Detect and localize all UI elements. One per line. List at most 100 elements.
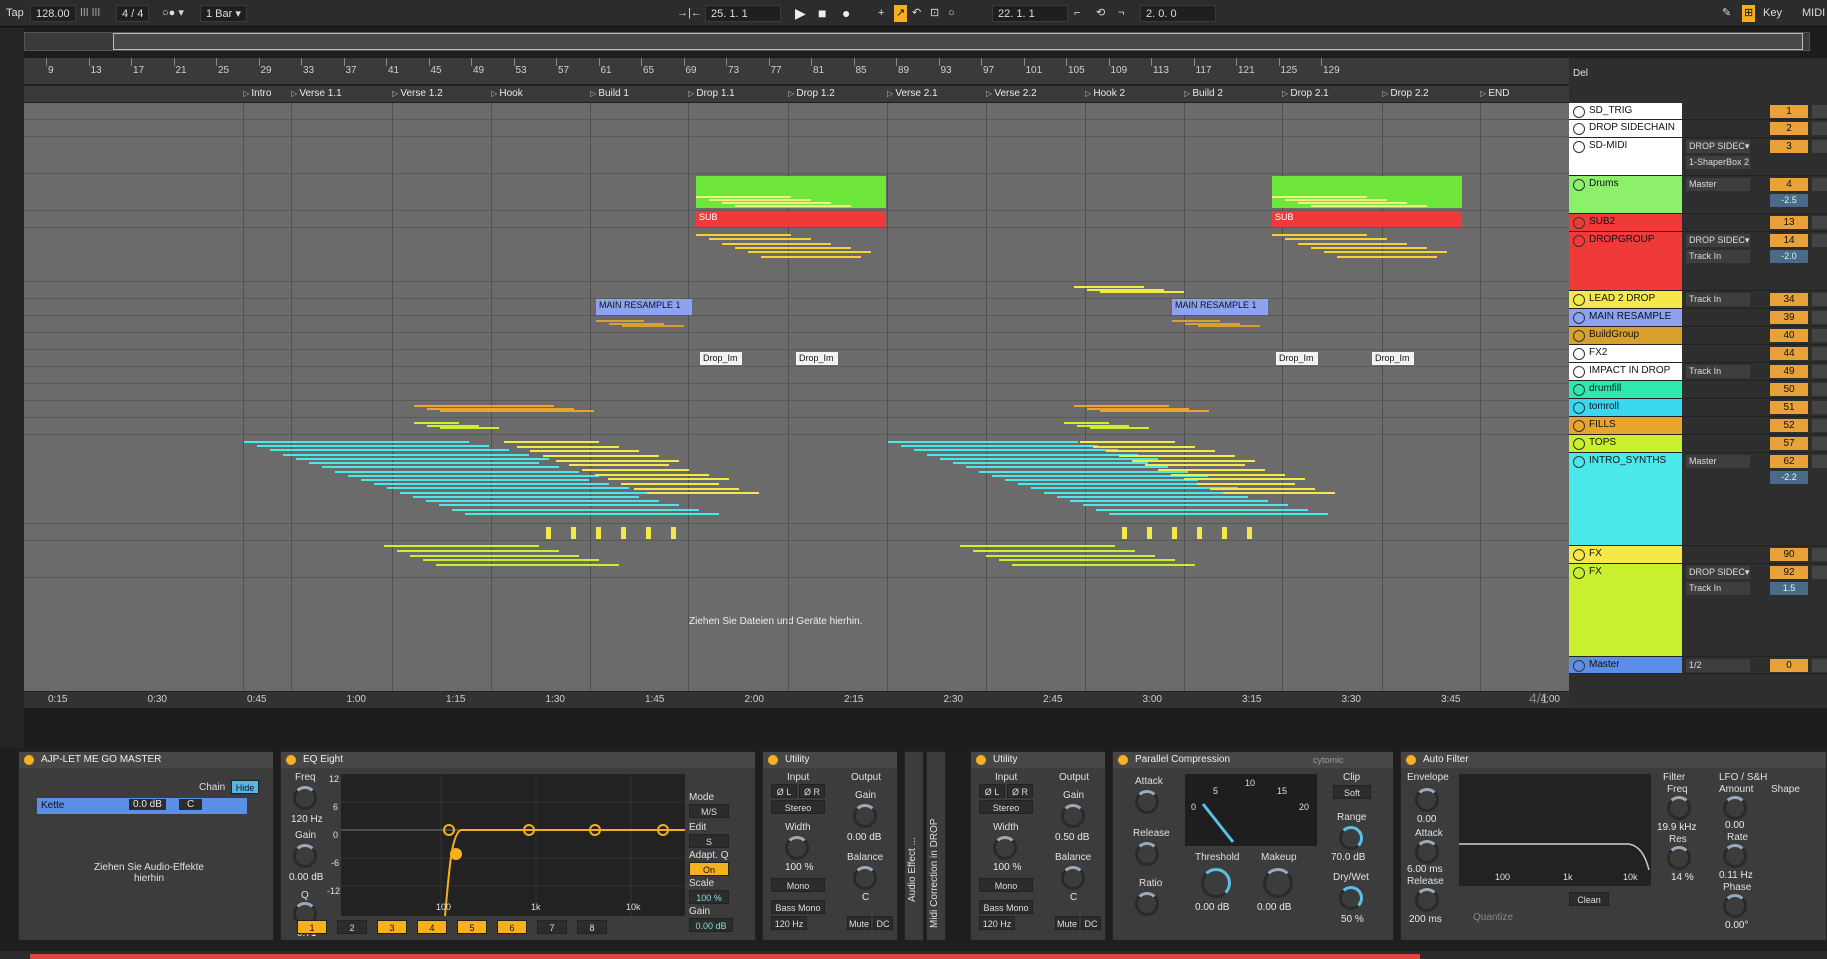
eq-eight[interactable]: EQ Eight Freq 120 Hz Gain 0.00 dB Q 0.71…	[280, 751, 756, 941]
record-icon[interactable]: ●	[842, 5, 850, 22]
midi-map-button[interactable]: MIDI	[1802, 5, 1825, 22]
locator-lane[interactable]: Intro Verse 1.1 Verse 1.2 Hook Build 1 Drop 1…	[24, 86, 1569, 102]
locator-drop-2-1[interactable]: Drop 2.1	[1282, 88, 1328, 99]
eq-scale-value[interactable]: 100 %	[689, 890, 729, 904]
solo-button[interactable]	[1812, 122, 1827, 135]
solo-button[interactable]	[1812, 401, 1827, 414]
eq-band-8[interactable]: 8	[577, 920, 607, 934]
track-activator-icon[interactable]	[1573, 217, 1585, 229]
track-number[interactable]: 4	[1770, 178, 1808, 191]
follow-icon[interactable]: →|←	[677, 5, 702, 22]
midi-correction-collapsed[interactable]: Midi Correction in DROP	[926, 751, 946, 941]
track-lane[interactable]	[24, 299, 1569, 316]
fx-clip[interactable]	[960, 543, 1270, 571]
track-routing-2[interactable]: Track In	[1686, 250, 1750, 263]
dropgroup-clip[interactable]	[696, 232, 886, 262]
track-routing[interactable]: DROP SIDEC▾	[1686, 140, 1750, 153]
chain-pan[interactable]: C	[179, 799, 203, 810]
fills-clip[interactable]	[1074, 403, 1264, 415]
autofilter-amount-knob[interactable]	[1723, 796, 1747, 820]
track-lane[interactable]	[24, 316, 1569, 333]
fx-clip[interactable]	[596, 527, 601, 539]
track-routing[interactable]: Track In	[1686, 365, 1750, 378]
solo-button[interactable]	[1812, 216, 1827, 229]
comp-clip-button[interactable]: Soft	[1333, 785, 1371, 799]
comp-ratio-knob[interactable]	[1135, 892, 1159, 916]
track-header[interactable]: FILLS 52	[1569, 417, 1827, 435]
track-activator-icon[interactable]	[1573, 438, 1585, 450]
track-number[interactable]: 62	[1770, 455, 1808, 468]
utility2-phase-r[interactable]: Ø R	[1007, 784, 1033, 798]
chain-row[interactable]: Kette 0.0 dB C	[37, 798, 247, 814]
track-name[interactable]: DROP SIDECHAIN	[1569, 120, 1682, 137]
utility2-mute-button[interactable]: Mute	[1055, 916, 1079, 930]
tops-clip[interactable]	[1064, 420, 1154, 432]
track-name[interactable]: FX	[1569, 546, 1682, 563]
track-volume[interactable]: -2.2	[1770, 471, 1808, 484]
track-routing-2[interactable]: Track In	[1686, 582, 1750, 595]
overview-window[interactable]	[113, 33, 1803, 50]
fills-clip[interactable]	[414, 403, 694, 415]
track-header[interactable]: LEAD 2 DROP Track In 34	[1569, 291, 1827, 309]
track-header[interactable]: INTRO_SYNTHS Master 62 -2.2	[1569, 453, 1827, 546]
track-number[interactable]: 52	[1770, 419, 1808, 432]
track-number[interactable]: 34	[1770, 293, 1808, 306]
utility2-channel-select[interactable]: Stereo	[979, 800, 1033, 814]
track-activator-icon[interactable]	[1573, 420, 1585, 432]
utility2-balance-knob[interactable]	[1061, 866, 1085, 890]
loop-length[interactable]: 2. 0. 0	[1140, 5, 1216, 22]
solo-button[interactable]	[1812, 178, 1827, 191]
comp-makeup-knob[interactable]	[1263, 868, 1293, 898]
intro-synths-clip[interactable]	[504, 439, 759, 499]
track-lane[interactable]	[24, 418, 1569, 435]
drums-notes[interactable]	[696, 194, 886, 210]
track-name[interactable]: drumfill	[1569, 381, 1682, 398]
impact-clip[interactable]: Drop_Im	[1276, 352, 1318, 365]
track-routing[interactable]: DROP SIDEC▾	[1686, 234, 1750, 247]
track-header[interactable]: Drums Master 4 -2.5	[1569, 176, 1827, 214]
utility2-mono-button[interactable]: Mono	[979, 878, 1033, 892]
main-resample-clip[interactable]: MAIN RESAMPLE 1	[596, 299, 692, 315]
track-activator-icon[interactable]	[1573, 235, 1585, 247]
comp-drywet-knob[interactable]	[1339, 886, 1363, 910]
track-volume[interactable]: 1.5	[1770, 582, 1808, 595]
loop-start[interactable]: 22. 1. 1	[992, 5, 1068, 22]
locator-hook[interactable]: Hook	[491, 88, 522, 99]
eq-gain-knob[interactable]	[293, 844, 317, 868]
track-number[interactable]: 90	[1770, 548, 1808, 561]
solo-button[interactable]	[1812, 140, 1827, 153]
audio-effect-collapsed[interactable]: Audio Effect ...	[904, 751, 924, 941]
track-activator-icon[interactable]	[1573, 123, 1585, 135]
track-lane[interactable]	[24, 524, 1569, 541]
fx-clip[interactable]	[621, 527, 626, 539]
track-activator-icon[interactable]	[1573, 384, 1585, 396]
main-resample-clip[interactable]: MAIN RESAMPLE 1	[1172, 299, 1268, 315]
track-activator-icon[interactable]	[1573, 660, 1585, 672]
track-header[interactable]: DROPGROUP DROP SIDEC▾ Track In 14 -2.0	[1569, 232, 1827, 291]
track-activator-icon[interactable]	[1573, 106, 1585, 118]
solo-button[interactable]	[1812, 419, 1827, 432]
track-number[interactable]: 49	[1770, 365, 1808, 378]
solo-button[interactable]	[1812, 383, 1827, 396]
fx-clip[interactable]	[546, 527, 551, 539]
utility1-bass-mono-button[interactable]: Bass Mono	[771, 900, 825, 914]
track-activator-icon[interactable]	[1573, 348, 1585, 360]
autofilter-attack-knob[interactable]	[1415, 840, 1439, 864]
keyboard-icon[interactable]: ⊞	[1742, 5, 1756, 22]
track-name[interactable]: LEAD 2 DROP	[1569, 291, 1682, 308]
track-number[interactable]: 2	[1770, 122, 1808, 135]
locator-verse-1-1[interactable]: Verse 1.1	[291, 88, 341, 99]
eq-band-2[interactable]: 2	[337, 920, 367, 934]
locator-drop-1-1[interactable]: Drop 1.1	[688, 88, 734, 99]
track-name[interactable]: DROPGROUP	[1569, 232, 1682, 290]
track-number[interactable]: 39	[1770, 311, 1808, 324]
track-header[interactable]: drumfill 50	[1569, 381, 1827, 399]
utility2-phase-l[interactable]: Ø L	[979, 784, 1005, 798]
build-clip[interactable]	[1172, 318, 1268, 330]
locator-verse-2-1[interactable]: Verse 2.1	[887, 88, 937, 99]
track-header[interactable]: Master 1/2 0	[1569, 657, 1827, 674]
track-volume[interactable]: -2.5	[1770, 194, 1808, 207]
eq-band-4[interactable]: 4	[417, 920, 447, 934]
utility2-width-knob[interactable]	[993, 836, 1017, 860]
fx-clip[interactable]	[671, 527, 676, 539]
